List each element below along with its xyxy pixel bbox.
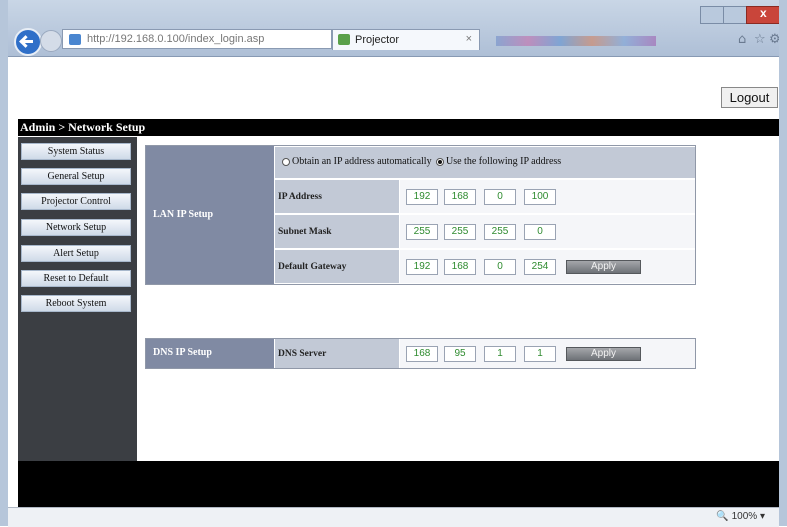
subnet-mask-label-cell: Subnet Mask [275, 215, 400, 248]
zoom-level[interactable]: 🔍 100% ▾ [716, 511, 765, 522]
zoom-value: 100% [731, 511, 758, 522]
forward-button[interactable] [40, 30, 62, 52]
tab-projector[interactable]: Projector × [332, 29, 480, 50]
subnet-mask-row: Subnet Mask 255 255 255 0 [275, 215, 695, 248]
window-frame-right [779, 0, 787, 526]
dns-server-row: DNS Server 168 95 1 1 Apply [275, 339, 695, 368]
dns-server-value-cell: 168 95 1 1 Apply [400, 339, 695, 368]
back-button[interactable] [14, 28, 42, 56]
dns-server-octet-1[interactable]: 168 [406, 346, 438, 362]
dns-apply-button[interactable]: Apply [566, 347, 641, 361]
ip-address-label-cell: IP Address [275, 180, 400, 213]
ip-address-octet-1[interactable]: 192 [406, 189, 438, 205]
close-window-button[interactable] [746, 6, 782, 24]
sidebar-item-reboot-system[interactable]: Reboot System [21, 295, 131, 312]
zoom-icon: 🔍 [716, 511, 729, 522]
sidebar-item-projector-control[interactable]: Projector Control [21, 193, 131, 210]
star-icon[interactable]: ☆ [754, 32, 766, 47]
ip-address-label: IP Address [278, 192, 322, 202]
subnet-mask-octet-4[interactable]: 0 [524, 224, 556, 240]
sidebar-item-reset-to-default[interactable]: Reset to Default [21, 270, 131, 287]
radio-obtain-automatically-label: Obtain an IP address automatically [292, 156, 432, 167]
ip-address-value-cell: 192 168 0 100 [400, 180, 695, 213]
default-gateway-octet-3[interactable]: 0 [484, 259, 516, 275]
default-gateway-octet-1[interactable]: 192 [406, 259, 438, 275]
browser-status-bar: 🔍 100% ▾ [8, 507, 779, 527]
address-url: http://192.168.0.100/index_login.asp [87, 33, 265, 45]
page-icon [69, 34, 81, 45]
default-gateway-octet-2[interactable]: 168 [444, 259, 476, 275]
window-frame-left [0, 0, 8, 526]
browser-chrome: http://192.168.0.100/index_login.asp ⌕ ▾… [0, 0, 787, 57]
maximize-button[interactable] [723, 6, 747, 24]
ip-address-row: IP Address 192 168 0 100 [275, 180, 695, 213]
lan-section-label-cell: LAN IP Setup [146, 146, 274, 284]
tab-close-icon[interactable]: × [466, 33, 472, 45]
page-title: Admin > Network Setup [20, 120, 146, 134]
sidebar-item-general-setup[interactable]: General Setup [21, 168, 131, 185]
subnet-mask-octet-1[interactable]: 255 [406, 224, 438, 240]
ip-address-octet-2[interactable]: 168 [444, 189, 476, 205]
sidebar-item-alert-setup[interactable]: Alert Setup [21, 245, 131, 262]
blurred-tab-strip [496, 36, 656, 46]
default-gateway-value-cell: 192 168 0 254 Apply [400, 250, 695, 283]
dns-server-octet-3[interactable]: 1 [484, 346, 516, 362]
radio-use-following-label: Use the following IP address [446, 156, 562, 167]
default-gateway-label-cell: Default Gateway [275, 250, 400, 283]
ip-address-octet-3[interactable]: 0 [484, 189, 516, 205]
sidebar: System Status General Setup Projector Co… [18, 137, 137, 461]
address-bar[interactable]: http://192.168.0.100/index_login.asp ⌕ ▾… [62, 29, 332, 49]
lan-section-label: LAN IP Setup [153, 209, 214, 220]
radio-obtain-automatically[interactable] [282, 158, 290, 166]
default-gateway-octet-4[interactable]: 254 [524, 259, 556, 275]
main-content: LAN IP Setup Obtain an IP address automa… [137, 137, 779, 461]
tab-favicon-icon [338, 34, 350, 45]
radio-use-following[interactable] [436, 158, 444, 166]
title-bar: Admin > Network Setup [18, 119, 779, 136]
subnet-mask-value-cell: 255 255 255 0 [400, 215, 695, 248]
subnet-mask-octet-3[interactable]: 255 [484, 224, 516, 240]
ip-address-octet-4[interactable]: 100 [524, 189, 556, 205]
lan-ip-setup-panel: LAN IP Setup Obtain an IP address automa… [145, 145, 696, 285]
web-page: Logout Admin > Network Setup System Stat… [8, 57, 779, 507]
default-gateway-row: Default Gateway 192 168 0 254 Apply [275, 250, 695, 283]
page-footer-bar [18, 461, 779, 507]
dns-section-label-cell: DNS IP Setup [146, 339, 274, 368]
dns-server-octet-2[interactable]: 95 [444, 346, 476, 362]
default-gateway-label: Default Gateway [278, 262, 347, 272]
home-icon[interactable]: ⌂ [738, 32, 746, 47]
logout-button[interactable]: Logout [721, 87, 778, 108]
sidebar-item-network-setup[interactable]: Network Setup [21, 219, 131, 236]
dns-server-octet-4[interactable]: 1 [524, 346, 556, 362]
minimize-button[interactable] [700, 6, 724, 24]
tab-title: Projector [355, 34, 400, 46]
subnet-mask-octet-2[interactable]: 255 [444, 224, 476, 240]
dns-ip-setup-panel: DNS IP Setup DNS Server 168 95 1 1 Apply [145, 338, 696, 369]
dns-section-label: DNS IP Setup [153, 347, 212, 358]
lan-apply-button[interactable]: Apply [566, 260, 641, 274]
ip-mode-row: Obtain an IP address automatically Use t… [275, 147, 695, 178]
dns-server-label: DNS Server [278, 349, 327, 359]
dns-server-label-cell: DNS Server [275, 339, 400, 368]
subnet-mask-label: Subnet Mask [278, 227, 332, 237]
sidebar-item-system-status[interactable]: System Status [21, 143, 131, 160]
